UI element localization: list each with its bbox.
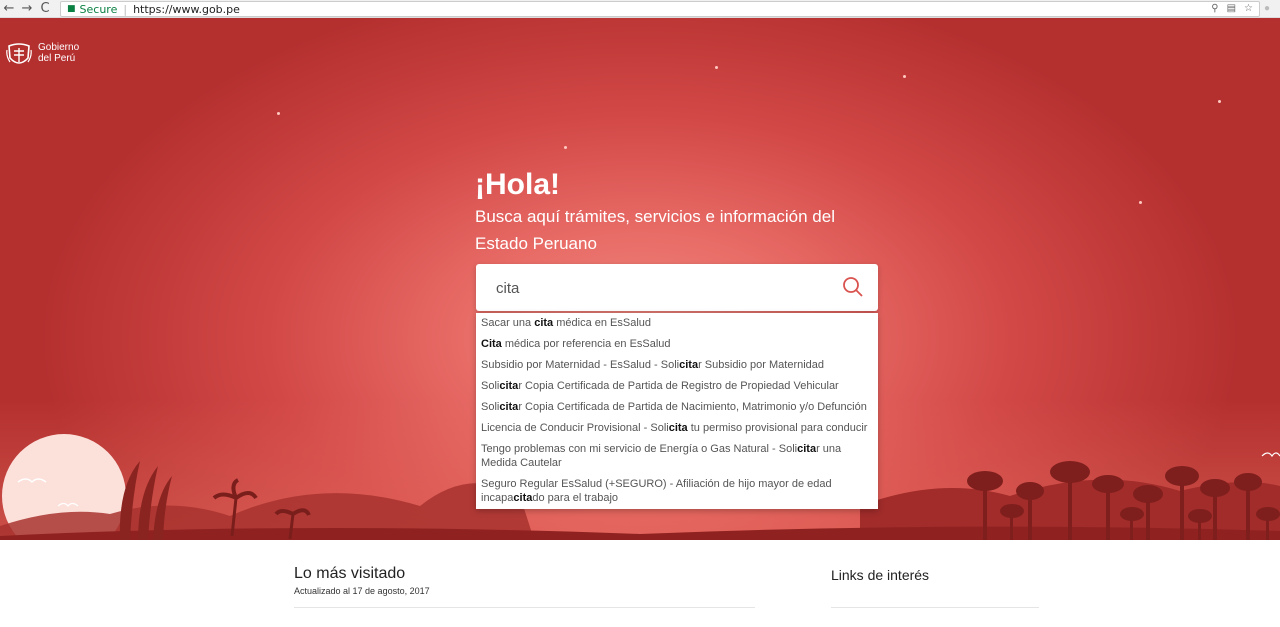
address-bar[interactable]: ■ Secure | https://www.gob.pe ⚲ ▤ ☆ bbox=[60, 1, 1260, 17]
suggestion-item[interactable]: Subsidio por Maternidad - EsSalud - Soli… bbox=[476, 355, 878, 376]
suggestion-match: cita bbox=[668, 422, 688, 434]
divider bbox=[831, 607, 1039, 608]
suggestion-text: Sacar una bbox=[481, 317, 535, 329]
suggestion-item[interactable]: Licencia de Conducir Provisional - Solic… bbox=[476, 418, 878, 439]
suggestion-text: r Copia Certificada de Partida de Regist… bbox=[518, 380, 839, 392]
most-visited-title: Lo más visitado bbox=[294, 565, 406, 582]
suggestion-match: cita bbox=[797, 443, 817, 455]
content-section: Lo más visitado Actualizado al 17 de ago… bbox=[0, 540, 1280, 627]
suggestion-text: Licencia de Conducir Provisional - Soli bbox=[481, 422, 669, 434]
suggestion-match: cita bbox=[679, 359, 699, 371]
suggestion-text: tu permiso provisional para conducir bbox=[687, 422, 868, 434]
translate-icon[interactable]: ▤ bbox=[1227, 2, 1236, 16]
links-title: Links de interés bbox=[831, 567, 930, 583]
suggestion-match: cita bbox=[534, 317, 554, 329]
most-visited-updated: Actualizado al 17 de agosto, 2017 bbox=[294, 586, 430, 596]
hero-subtitle: Busca aquí trámites, servicios e informa… bbox=[475, 207, 835, 253]
lock-icon: ■ bbox=[67, 4, 76, 14]
secure-label: Secure bbox=[79, 2, 118, 16]
suggestion-text: médica por referencia en EsSalud bbox=[501, 338, 671, 350]
suggestion-text: Subsidio por Maternidad - EsSalud - Soli bbox=[481, 359, 680, 371]
suggestion-match: Cita bbox=[481, 338, 502, 350]
zoom-icon[interactable]: ⚲ bbox=[1211, 2, 1218, 16]
suggestion-text: r Subsidio por Maternidad bbox=[698, 359, 825, 371]
suggestion-match: cita bbox=[513, 492, 533, 504]
suggestion-match: cita bbox=[499, 401, 519, 413]
omnibox-actions: ⚲ ▤ ☆ bbox=[1211, 2, 1253, 16]
suggestion-item[interactable]: Seguro Regular EsSalud (+SEGURO) - Afili… bbox=[476, 474, 878, 509]
suggestion-text: r Copia Certificada de Partida de Nacimi… bbox=[518, 401, 867, 413]
palm-leaves bbox=[212, 478, 258, 500]
suggestion-text: médica en EsSalud bbox=[553, 317, 652, 329]
suggestion-text: Soli bbox=[481, 380, 500, 392]
suggestion-item[interactable]: Tengo problemas con mi servicio de Energ… bbox=[476, 439, 878, 474]
hero-greeting: ¡Hola! bbox=[475, 168, 560, 201]
suggestion-item[interactable]: Sacar una cita médica en EsSalud bbox=[476, 313, 878, 334]
forward-icon[interactable]: → bbox=[18, 0, 36, 18]
divider: | bbox=[123, 2, 128, 16]
search-icon[interactable] bbox=[842, 276, 864, 298]
extension-icon[interactable]: ● bbox=[1264, 2, 1274, 16]
reload-icon[interactable]: C bbox=[36, 0, 54, 18]
search-suggestions: Sacar una cita médica en EsSalud Cita méd… bbox=[476, 313, 878, 509]
divider bbox=[294, 607, 755, 608]
back-icon[interactable]: ← bbox=[0, 0, 18, 18]
suggestion-item[interactable]: Solicitar Copia Certificada de Partida d… bbox=[476, 376, 878, 397]
suggestion-text: Tengo problemas con mi servicio de Energ… bbox=[481, 443, 798, 455]
browser-toolbar: ← → C ■ Secure | https://www.gob.pe ⚲ ▤ … bbox=[0, 0, 1280, 18]
suggestion-text: Soli bbox=[481, 401, 500, 413]
suggestion-item[interactable]: Cita médica por referencia en EsSalud bbox=[476, 334, 878, 355]
suggestion-text: do para el trabajo bbox=[532, 492, 619, 504]
search-box[interactable] bbox=[476, 264, 878, 311]
suggestion-item[interactable]: Solicitar Copia Certificada de Partida d… bbox=[476, 397, 878, 418]
bird bbox=[1261, 452, 1280, 458]
search-input[interactable] bbox=[496, 276, 816, 300]
star-icon[interactable]: ☆ bbox=[1244, 2, 1253, 16]
suggestion-match: cita bbox=[499, 380, 519, 392]
url-text: https://www.gob.pe bbox=[133, 2, 240, 16]
